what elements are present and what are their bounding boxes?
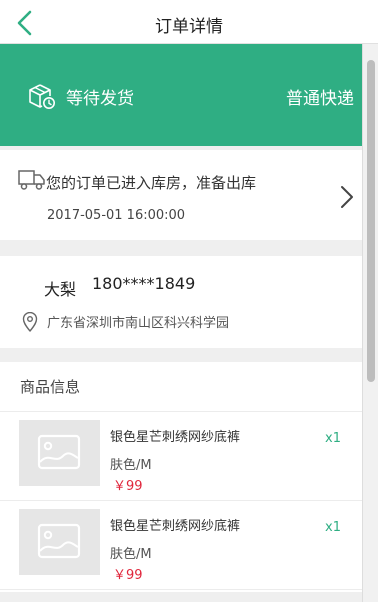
goods-section: 商品信息 银色星芒刺绣网纱底裤 肤色/M ￥99 x1 银色星芒刺绣网纱底裤 肤… — [0, 362, 362, 592]
logistics-row[interactable]: 您的订单已进入库房，准备出库 2017-05-01 16:00:00 — [0, 150, 362, 240]
address-card[interactable]: 大梨 180****1849 广东省深圳市南山区科兴科学园 — [0, 256, 362, 348]
product-price: ￥99 — [113, 479, 143, 494]
product-spec: 肤色/M — [110, 547, 152, 562]
product-image-placeholder — [19, 420, 100, 486]
product-name: 银色星芒刺绣网纱底裤 — [110, 519, 241, 534]
top-bar: 订单详情 — [0, 0, 378, 44]
product-quantity: x1 — [325, 431, 341, 446]
page-title: 订单详情 — [155, 17, 223, 37]
product-name: 银色星芒刺绣网纱底裤 — [110, 430, 241, 445]
product-image-placeholder — [19, 509, 100, 575]
image-placeholder-icon — [37, 434, 81, 470]
truck-icon — [18, 170, 45, 190]
order-status-banner: 等待发货 普通快递 — [0, 44, 362, 146]
goods-item[interactable]: 银色星芒刺绣网纱底裤 肤色/M ￥99 x1 — [0, 412, 362, 501]
location-pin-icon — [22, 312, 38, 332]
image-placeholder-icon — [37, 523, 81, 559]
product-price: ￥99 — [113, 568, 143, 583]
chevron-right-icon — [341, 186, 353, 208]
receiver-address: 广东省深圳市南山区科兴科学园 — [47, 316, 230, 331]
order-detail-content: 等待发货 普通快递 您的订单已进入库房，准备出库 2017-05-01 16:0… — [0, 44, 362, 602]
scrollbar-thumb[interactable] — [367, 60, 375, 382]
receiver-phone: 180****1849 — [92, 274, 196, 293]
logistics-message: 您的订单已进入库房，准备出库 — [46, 174, 257, 192]
product-quantity: x1 — [325, 520, 341, 535]
goods-item[interactable]: 银色星芒刺绣网纱底裤 肤色/M ￥99 x1 — [0, 501, 362, 590]
goods-header: 商品信息 — [0, 362, 362, 412]
order-status-text: 等待发货 — [66, 89, 134, 109]
receiver-name: 大梨 — [44, 280, 77, 299]
package-clock-icon — [29, 84, 55, 109]
shipping-method: 普通快递 — [286, 89, 354, 109]
vertical-scrollbar[interactable] — [362, 44, 378, 602]
product-spec: 肤色/M — [110, 458, 152, 473]
logistics-time: 2017-05-01 16:00:00 — [47, 208, 186, 223]
